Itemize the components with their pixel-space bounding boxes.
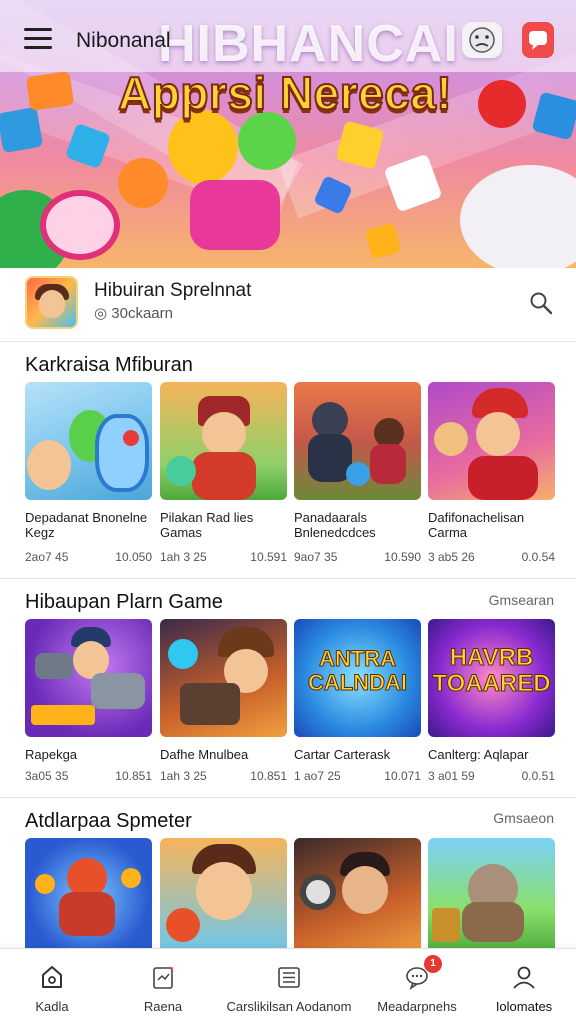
nav-item-home[interactable]: Kadla [0, 949, 104, 1024]
game-card-art [160, 838, 287, 948]
section-new-games: Hibaupan Plarn Game Gmsearan Rapekga 3a0… [0, 579, 576, 797]
search-icon[interactable] [528, 290, 554, 316]
nav-label: Meadarpnehs [377, 999, 457, 1014]
game-card-art [25, 382, 152, 500]
profile-icon [510, 963, 538, 991]
game-card-size: 10.071 [384, 769, 421, 783]
red-ball-decoration [478, 80, 526, 128]
section-more-link[interactable]: Gmsaeon [493, 810, 554, 826]
game-card-art [160, 382, 287, 500]
pink-character-body-decoration [190, 180, 280, 250]
cube-decoration [25, 71, 75, 111]
game-card-meta: 1 ao7 25 [294, 769, 341, 783]
game-card-title: Depadanat Bnonelne Kegz [25, 510, 148, 540]
game-card-size: 10.590 [384, 550, 421, 564]
section-title: Hibaupan Plarn Game [25, 591, 223, 613]
game-card[interactable]: HAVRB TOAARED Canlterg: Aqlapar 3 a01 59… [428, 619, 555, 783]
yellow-character-decoration [168, 110, 238, 184]
face-icon[interactable] [462, 22, 502, 58]
cube-decoration [0, 106, 44, 154]
game-card[interactable]: Panadaarals Bnlenedcdces 9ao7 35 10.590 [294, 382, 421, 564]
game-card-size: 10.851 [115, 769, 152, 783]
app-name: Nibonanal [76, 29, 171, 52]
game-card-size: 0.0.51 [521, 769, 555, 783]
game-card-title: Dafhe Mnulbea [160, 747, 249, 762]
featured-app-thumbnail [25, 276, 78, 329]
game-card[interactable]: Dafifonachelisan Carma 3 ab5 26 0.0.54 [428, 382, 555, 564]
game-card[interactable]: Depadanat Bnonelne Kegz 2ao7 45 10.050 [25, 382, 152, 564]
nav-item-apps[interactable]: Raena [108, 949, 218, 1024]
featured-app-row[interactable]: Hibuiran Sprelnnat ◎ 30ckaarn [0, 268, 576, 342]
nav-item-list[interactable]: Carslikilsan Aodanom [222, 949, 356, 1024]
home-icon [38, 963, 66, 991]
section-more-link[interactable]: Gmsearan [489, 592, 554, 608]
section-title: Karkraisa Mfiburan [25, 354, 193, 376]
game-card-title: Panadaarals Bnlenedcdces [294, 510, 376, 540]
game-card-art [428, 382, 555, 500]
game-card-art: HAVRB TOAARED [428, 619, 555, 737]
game-card-title: Rapekga [25, 747, 78, 762]
game-card-art [428, 838, 555, 948]
featured-app-subtitle: ◎ 30ckaarn [94, 305, 173, 322]
game-card-size: 0.0.54 [521, 550, 555, 564]
nav-label: Raena [143, 999, 183, 1014]
game-card-art: ANTRA CALNDAI [294, 619, 421, 737]
featured-app-title: Hibuiran Sprelnnat [94, 280, 252, 301]
game-card-art [25, 619, 152, 737]
game-card[interactable]: Pilakan Rad lies Gamas 1ah 3 25 10.591 [160, 382, 287, 564]
game-card-size: 10.851 [250, 769, 287, 783]
game-card-meta: 1ah 3 25 [160, 769, 207, 783]
hero-headline: Apprsi Nereca! [117, 66, 453, 120]
game-card-title: Canlterg: Aqlapar [428, 747, 529, 762]
hero-banner[interactable]: Apprsi Nereca! HIBHANCAI Nibonanal [0, 0, 576, 268]
game-card-size: 10.050 [115, 550, 152, 564]
nav-label: Iolomates [495, 999, 553, 1014]
game-card-art [294, 382, 421, 500]
game-card-title: Cartar Carterask [294, 747, 391, 762]
nav-label: Carslikilsan Aodanom [226, 999, 352, 1014]
notification-badge: 1 [424, 955, 442, 973]
nav-item-messages[interactable]: 1 Meadarpnehs [362, 949, 472, 1024]
game-card-art-text: HAVRB TOAARED [432, 644, 551, 697]
list-icon [275, 963, 303, 991]
section-recommended: Atdlarpaa Spmeter Gmsaeon [0, 798, 576, 948]
game-card[interactable]: Rapekga 3a05 35 10.851 [25, 619, 152, 783]
game-card-title: Dafifonachelisan Carma [428, 510, 525, 540]
game-card-size: 10.591 [250, 550, 287, 564]
cube-decoration [364, 222, 402, 260]
controller-decoration [460, 165, 576, 268]
section-popular: Karkraisa Mfiburan Depadanat Bnonelne Ke… [0, 342, 576, 578]
chat-icon[interactable] [522, 22, 554, 58]
game-card-meta: 9ao7 35 [294, 550, 338, 564]
orange-character-decoration [118, 158, 168, 208]
game-card[interactable]: ANTRA CALNDAI Cartar Carterask 1 ao7 25 … [294, 619, 421, 783]
green-character-decoration [238, 112, 296, 170]
game-card-art [160, 619, 287, 737]
bottom-navigation: Kadla Raena Carslikilsan Aodanom 1 Meada… [0, 948, 576, 1024]
nav-label: Kadla [35, 999, 69, 1014]
game-card-meta: 3a05 35 [25, 769, 69, 783]
game-controller-decoration [40, 190, 120, 260]
game-card-art [294, 838, 421, 948]
hero-title: HIBHANCAI [158, 15, 459, 73]
game-card[interactable] [428, 838, 555, 948]
game-card-meta: 1ah 3 25 [160, 550, 207, 564]
game-card-meta: 3 ab5 26 [428, 550, 475, 564]
nav-item-profile[interactable]: Iolomates [472, 949, 576, 1024]
menu-icon[interactable] [24, 28, 52, 52]
game-card[interactable] [160, 838, 287, 948]
game-card[interactable]: Dafhe Mnulbea 1ah 3 25 10.851 [160, 619, 287, 783]
game-card-meta: 2ao7 45 [25, 550, 69, 564]
game-card-art-text: ANTRA CALNDAI [308, 646, 408, 695]
game-card-art [25, 838, 152, 948]
game-card-meta: 3 a01 59 [428, 769, 475, 783]
apps-icon [149, 963, 177, 991]
game-card[interactable] [25, 838, 152, 948]
section-title: Atdlarpaa Spmeter [25, 810, 192, 832]
game-card-title: Pilakan Rad lies Gamas [160, 510, 254, 540]
game-card[interactable] [294, 838, 421, 948]
